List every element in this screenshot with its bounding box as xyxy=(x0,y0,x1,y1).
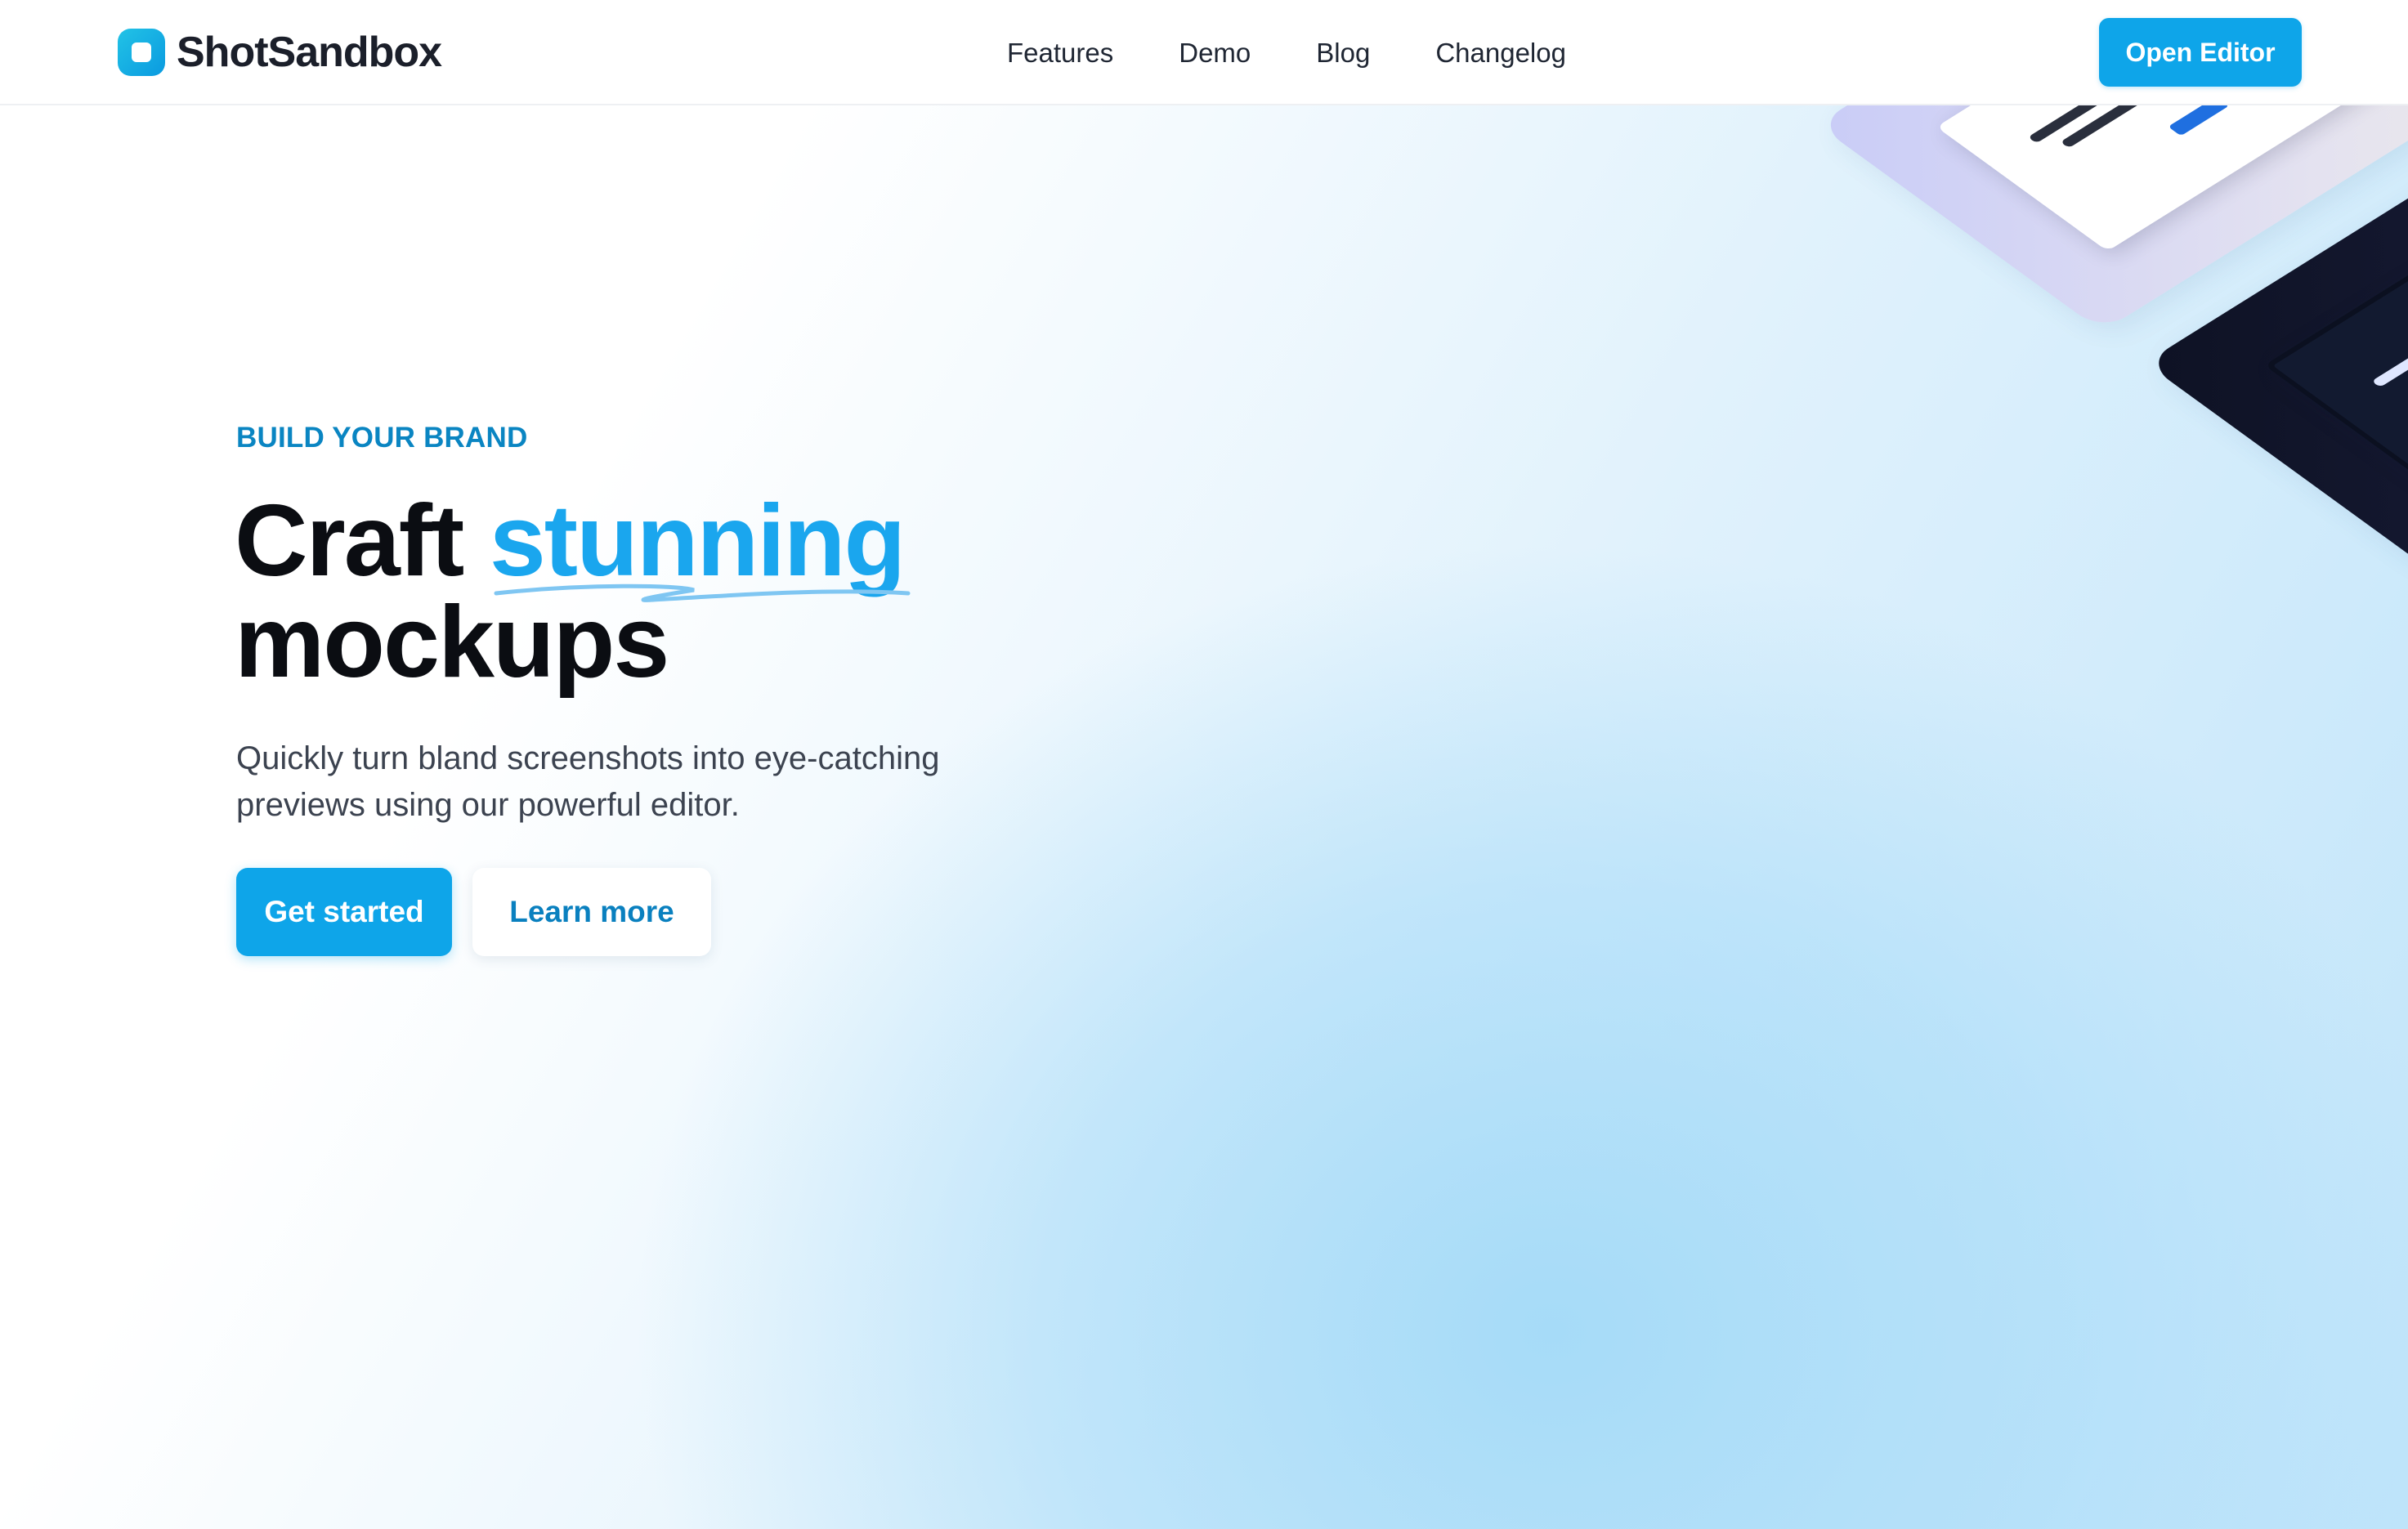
open-editor-button[interactable]: Open Editor xyxy=(2099,18,2302,87)
nav-link-features[interactable]: Features xyxy=(1007,33,1113,74)
get-started-button[interactable]: Get started xyxy=(236,868,452,956)
brand-name: ShotSandbox xyxy=(177,29,442,76)
mockup-showcase xyxy=(1161,105,2408,891)
site-header: ShotSandbox Features Demo Blog Changelog… xyxy=(0,0,2408,105)
learn-more-button[interactable]: Learn more xyxy=(472,868,711,956)
underline-squiggle-icon xyxy=(494,583,911,602)
headline-accent: stunning xyxy=(490,490,911,602)
nav-link-demo[interactable]: Demo xyxy=(1179,33,1251,74)
main-nav: Features Demo Blog Changelog xyxy=(1007,33,1566,74)
nav-link-changelog[interactable]: Changelog xyxy=(1435,33,1566,74)
hero-eyebrow: BUILD YOUR BRAND xyxy=(236,422,528,454)
mockup-screenshot xyxy=(2264,174,2408,490)
hero-headline: Craft stunning mockups xyxy=(235,490,1134,693)
hero-description: Quickly turn bland screenshots into eye-… xyxy=(236,740,940,823)
logo-icon xyxy=(118,29,165,76)
nav-link-blog[interactable]: Blog xyxy=(1316,33,1370,74)
mockup-screenshot xyxy=(1936,105,2408,252)
headline-start: Craft xyxy=(235,485,464,597)
brand-logo[interactable]: ShotSandbox xyxy=(118,26,442,78)
